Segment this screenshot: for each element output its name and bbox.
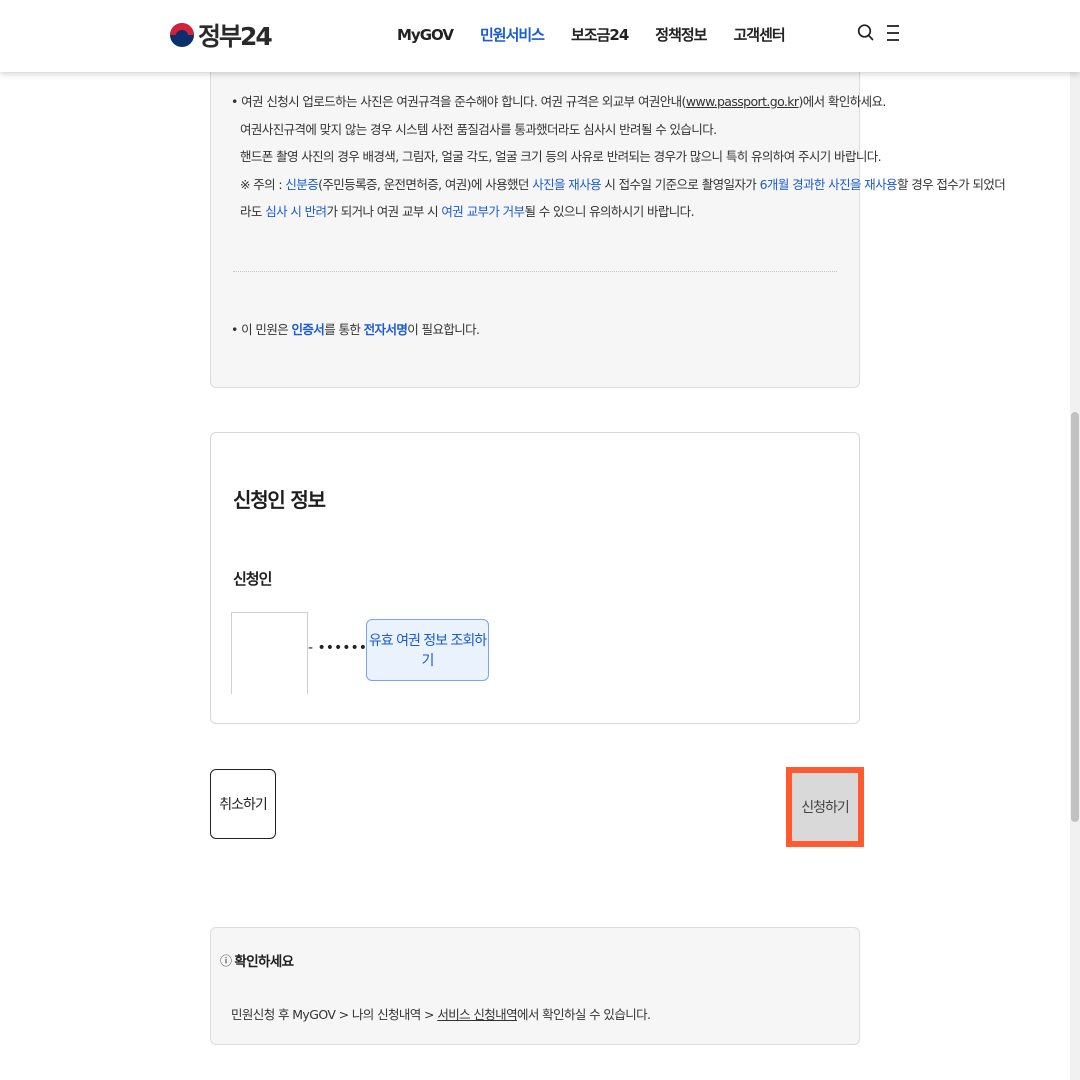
search-icon[interactable] [857, 22, 875, 44]
nav-civil-service[interactable]: 민원서비스 [480, 24, 545, 46]
section-title: 신청인 정보 [233, 488, 326, 512]
gov24-logo[interactable]: 정부24 [170, 14, 273, 56]
taegeuk-icon [170, 23, 194, 47]
site-header: 정부24 MyGOV 민원서비스 보조금24 정책정보 고객센터 [0, 0, 1080, 72]
notice-cert-required: • 이 민원은 인증서를 통한 전자서명이 필요합니다. [231, 322, 480, 337]
notice-caution: ※ 주의 : 신분증(주민등록증, 운전면허증, 여권)에 사용했던 사진을 재… [240, 177, 1006, 192]
nav-mygov[interactable]: MyGOV [397, 24, 454, 46]
nav-subsidy24[interactable]: 보조금24 [571, 24, 629, 46]
scrollbar-thumb[interactable] [1071, 412, 1079, 822]
passport-lookup-button[interactable]: 유효 여권 정보 조회하기 [366, 619, 489, 681]
notice-phone-photo: 핸드폰 촬영 사진의 경우 배경색, 그림자, 얼굴 각도, 얼굴 크기 등의 … [240, 149, 882, 164]
nav-policy-info[interactable]: 정책정보 [655, 24, 707, 46]
nav-customer-center[interactable]: 고객센터 [733, 24, 785, 46]
notice-caution-cont: 라도 심사 시 반려가 되거나 여권 교부 시 여권 교부가 거부될 수 있으니… [240, 204, 695, 219]
passport-site-link[interactable]: www.passport.go.kr [686, 94, 799, 109]
main-nav: MyGOV 민원서비스 보조금24 정책정보 고객센터 [397, 24, 812, 46]
cancel-button[interactable]: 취소하기 [210, 769, 276, 839]
page-scrollbar[interactable] [1070, 0, 1080, 1080]
submit-button[interactable]: 신청하기 [792, 773, 858, 841]
menu-icon[interactable] [885, 22, 901, 44]
notice-photo-rule: • 여권 신청시 업로드하는 사진은 여권규격을 준수해야 합니다. 여권 규격… [231, 94, 886, 109]
notice-photo-reject: 여권사진규격에 맞지 않는 경우 시스템 사전 품질검사를 통과했더라도 심사시… [240, 122, 717, 137]
applicant-label: 신청인 [233, 570, 272, 588]
logo-text: 정부24 [198, 22, 273, 51]
service-history-link[interactable]: 서비스 신청내역 [437, 1007, 517, 1022]
divider [233, 271, 837, 272]
info-icon: ⓘ [220, 953, 232, 968]
confirm-notice-box [210, 927, 860, 1045]
confirm-text: 민원신청 후 MyGOV > 나의 신청내역 > 서비스 신청내역에서 확인하실… [231, 1007, 651, 1022]
resident-id-input[interactable] [231, 612, 308, 694]
confirm-title: ⓘ 확인하세요 [220, 953, 294, 971]
